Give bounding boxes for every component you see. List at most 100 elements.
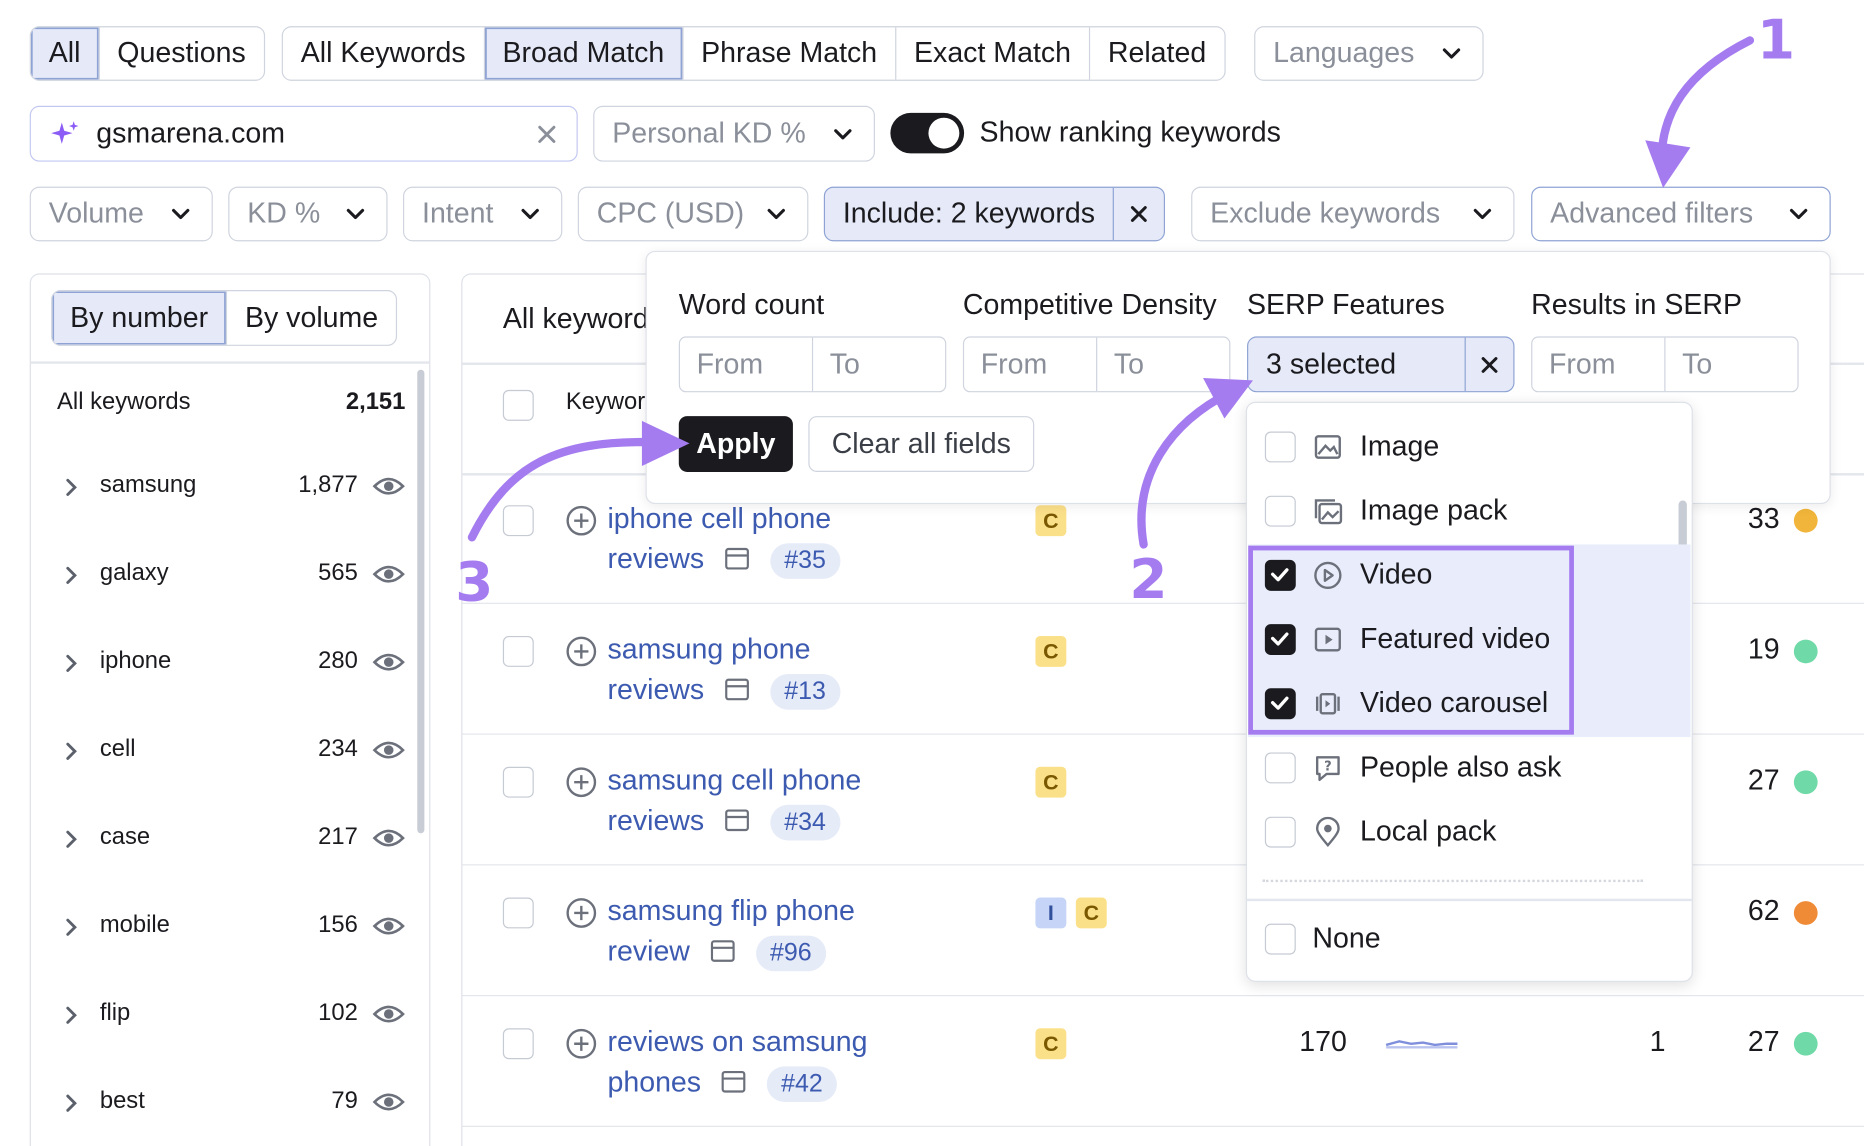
tab-related[interactable]: Related [1090, 27, 1224, 79]
kd-dot [1793, 639, 1818, 664]
keyword-line1: samsung phone [607, 633, 811, 666]
column-keyword-header[interactable]: Keywor [566, 389, 645, 416]
word-count-to-input[interactable]: To [813, 338, 945, 391]
serp-option-people-also-ask[interactable]: ? People also ask [1248, 736, 1690, 800]
option-checkbox [1264, 495, 1296, 527]
image-pack-icon [1314, 499, 1343, 525]
rank-tag: #42 [766, 1065, 838, 1102]
keyword-line2-wrap: review #96 [607, 932, 854, 972]
keyword-line2: reviews [607, 804, 705, 837]
tab-phrase-match[interactable]: Phrase Match [683, 27, 897, 80]
eye-icon[interactable] [372, 914, 405, 938]
group-count: 1,877 [298, 471, 358, 499]
serp-option-none[interactable]: None [1248, 907, 1690, 971]
chevron-down-icon [834, 128, 852, 139]
show-ranking-toggle[interactable] [890, 112, 965, 154]
option-label: Local pack [1359, 815, 1497, 848]
row-checkbox[interactable] [502, 897, 534, 929]
keyword-link[interactable]: samsung phone reviews #13 [607, 630, 841, 711]
density-from-input[interactable]: From [964, 337, 1098, 392]
chevron-down-icon [521, 208, 539, 220]
select-all-checkbox[interactable] [502, 389, 534, 421]
eye-icon[interactable] [372, 1002, 405, 1026]
eye-icon[interactable] [372, 650, 405, 674]
tab-exact-match[interactable]: Exact Match [896, 27, 1091, 80]
sidebar-group-item[interactable]: best 79 [31, 1081, 417, 1129]
word-count-from-input[interactable]: From [680, 337, 814, 392]
tab-all[interactable]: All [30, 27, 100, 80]
keyword-link[interactable]: samsung cell phone reviews #34 [607, 761, 861, 842]
intent-filter[interactable]: Intent [402, 186, 563, 242]
tab-all-keywords[interactable]: All Keywords [283, 27, 485, 80]
add-keyword-icon[interactable] [565, 635, 598, 668]
apply-button[interactable]: Apply [678, 416, 793, 472]
domain-search-input[interactable]: gsmarena.com [29, 105, 578, 162]
sidebar-group-item[interactable]: mobile 156 [31, 905, 417, 953]
exclude-keywords-filter[interactable]: Exclude keywords [1191, 186, 1515, 242]
row-checkbox[interactable] [502, 766, 534, 798]
volume-filter[interactable]: Volume [29, 186, 213, 242]
add-keyword-icon[interactable] [565, 896, 598, 929]
row-checkbox[interactable] [502, 635, 534, 667]
sidebar-scrollbar[interactable] [417, 369, 425, 834]
group-name: mobile [99, 911, 170, 938]
keyword-link[interactable]: reviews on samsung phones #42 [607, 1022, 868, 1103]
serp-icon [710, 940, 735, 962]
clear-all-fields-button[interactable]: Clear all fields [808, 416, 1035, 472]
keyword-line2-wrap: reviews #34 [607, 801, 861, 841]
eye-icon[interactable] [372, 474, 405, 498]
all-keywords-label[interactable]: All keywords [57, 389, 190, 416]
sidebar-group-item[interactable]: case 217 [31, 817, 417, 865]
personal-kd-dropdown[interactable]: Personal KD % [593, 105, 875, 162]
people-also-ask-icon: ? [1315, 756, 1340, 782]
tab-by-volume[interactable]: By volume [227, 291, 396, 344]
keyword-line2: reviews [607, 674, 705, 707]
group-name: iphone [99, 647, 172, 675]
sidebar-group-item[interactable]: samsung 1,877 [31, 465, 417, 513]
sidebar-group-item[interactable]: galaxy 565 [31, 553, 417, 601]
domain-value: gsmarena.com [96, 117, 285, 150]
cpc-filter[interactable]: CPC (USD) [577, 186, 809, 242]
eye-icon[interactable] [372, 738, 405, 762]
serp-option-image-pack[interactable]: Image pack [1248, 479, 1690, 543]
include-clear-button[interactable] [1114, 188, 1164, 240]
row-checkbox[interactable] [502, 1028, 534, 1060]
tab-by-number[interactable]: By number [52, 291, 228, 345]
eye-icon[interactable] [372, 562, 405, 586]
keyword-link[interactable]: samsung flip phone review #96 [607, 892, 855, 973]
all-keywords-count: 2,151 [345, 388, 406, 415]
keyword-link[interactable]: iphone cell phone reviews #35 [607, 499, 841, 580]
results-to-input[interactable]: To [1665, 338, 1797, 391]
serp-option-image[interactable]: Image [1248, 415, 1690, 479]
group-count: 217 [318, 823, 358, 850]
add-keyword-icon[interactable] [565, 1027, 598, 1060]
intent-label: Intent [422, 197, 494, 230]
kd-filter[interactable]: KD % [228, 186, 388, 242]
serp-option-local-pack[interactable]: Local pack [1248, 800, 1690, 864]
eye-icon[interactable] [372, 826, 405, 850]
advanced-filters-dropdown[interactable]: Advanced filters [1531, 186, 1831, 242]
serp-features-selected[interactable]: 3 selected [1248, 337, 1466, 392]
sidebar-group-item[interactable]: flip 102 [31, 993, 417, 1041]
sidebar-group-item[interactable]: cell 234 [31, 729, 417, 777]
include-keywords-label[interactable]: Include: 2 keywords [825, 187, 1115, 241]
tab-broad-match[interactable]: Broad Match [484, 27, 684, 80]
add-keyword-icon[interactable] [565, 504, 598, 537]
row-checkbox[interactable] [502, 505, 534, 537]
image-icon [1314, 435, 1341, 459]
results-from-input[interactable]: From [1532, 337, 1666, 392]
keyword-line2-wrap: reviews #35 [607, 540, 841, 580]
languages-dropdown[interactable]: Languages [1254, 26, 1484, 81]
sidebar-group-item[interactable]: iphone 280 [31, 641, 417, 689]
show-ranking-label: Show ranking keywords [979, 116, 1281, 149]
density-to-input[interactable]: To [1097, 338, 1229, 391]
tab-questions[interactable]: Questions [99, 27, 263, 79]
add-keyword-icon[interactable] [565, 766, 598, 799]
serp-features-clear-button[interactable] [1466, 338, 1514, 391]
clear-icon[interactable] [535, 122, 559, 146]
group-name: galaxy [99, 559, 169, 587]
option-label: None [1312, 922, 1381, 955]
group-name: flip [99, 999, 131, 1026]
eye-icon[interactable] [372, 1090, 405, 1114]
competitive-density-label: Competitive Density [962, 288, 1217, 321]
